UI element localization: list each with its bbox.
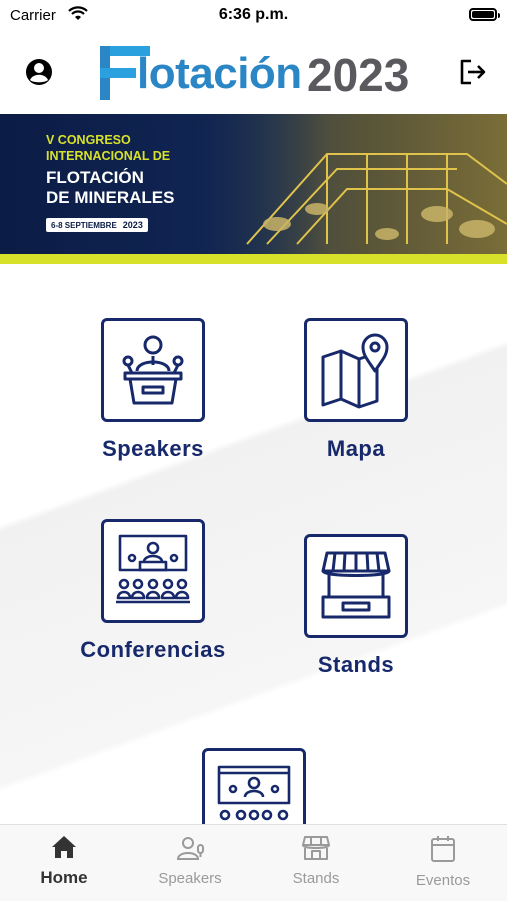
tab-stands[interactable]: Stands bbox=[253, 835, 379, 887]
speaker-mic-icon bbox=[176, 837, 204, 860]
battery-icon bbox=[469, 8, 500, 21]
tab-home[interactable]: Home bbox=[1, 835, 127, 888]
flotation-plant-image bbox=[207, 114, 507, 254]
app-logo: lotación 2023 bbox=[97, 42, 417, 104]
store-icon bbox=[302, 836, 330, 860]
banner-date: 6-8 SEPTIEMBRE 2023 bbox=[46, 218, 148, 232]
banner-date-days: 6-8 SEPTIEMBRE bbox=[51, 221, 117, 230]
event-banner: V CONGRESO INTERNACIONAL DE FLOTACIÓN DE… bbox=[0, 114, 507, 254]
tab-speakers[interactable]: Speakers bbox=[127, 835, 253, 887]
bottom-tab-bar: Home Speakers Stands Eventos bbox=[0, 824, 507, 901]
menu-tile-stands[interactable]: Stands bbox=[266, 534, 446, 678]
menu-tile-mapa[interactable]: Mapa bbox=[266, 318, 446, 462]
speaker-podium-icon bbox=[101, 318, 205, 422]
logout-icon[interactable] bbox=[457, 56, 489, 88]
menu-label-speakers: Speakers bbox=[102, 436, 204, 461]
menu-tile-conferencias[interactable]: Conferencias bbox=[63, 519, 243, 663]
event-stage-icon bbox=[202, 748, 306, 824]
banner-line-minerales: DE MINERALES bbox=[46, 188, 175, 207]
banner-line-flotacion: FLOTACIÓN bbox=[46, 168, 144, 187]
banner-date-year: 2023 bbox=[122, 220, 143, 230]
tab-eventos[interactable]: Eventos bbox=[380, 835, 506, 889]
logo-year: 2023 bbox=[307, 49, 410, 101]
menu-tile-speakers[interactable]: Speakers bbox=[63, 318, 243, 462]
calendar-icon bbox=[431, 836, 455, 862]
status-bar: Carrier 6:36 p.m. bbox=[0, 0, 507, 30]
clock: 6:36 p.m. bbox=[218, 6, 289, 23]
app-header: lotación 2023 bbox=[0, 30, 507, 114]
menu-label-mapa: Mapa bbox=[326, 436, 386, 461]
banner-line-internacional: INTERNACIONAL DE bbox=[46, 149, 171, 163]
map-pin-icon bbox=[304, 318, 408, 422]
home-icon bbox=[52, 836, 76, 858]
menu-label-stands: Stands bbox=[317, 652, 395, 677]
menu-label-conferencias: Conferencias bbox=[80, 637, 226, 662]
conference-audience-icon bbox=[101, 519, 205, 623]
tab-label-stands: Stands bbox=[292, 870, 340, 887]
banner-line-congreso: V CONGRESO bbox=[46, 133, 131, 147]
menu-grid: Speakers Mapa Conferencias Stands bbox=[0, 264, 507, 824]
tab-label-eventos: Eventos bbox=[415, 872, 471, 889]
stand-booth-icon bbox=[304, 534, 408, 638]
menu-tile-eventos[interactable] bbox=[164, 748, 344, 824]
profile-icon[interactable] bbox=[24, 57, 54, 87]
banner-text: V CONGRESO INTERNACIONAL DE FLOTACIÓN DE… bbox=[46, 132, 246, 233]
tab-label-home: Home bbox=[40, 868, 88, 887]
tab-label-speakers: Speakers bbox=[158, 870, 222, 887]
accent-stripe bbox=[0, 254, 507, 264]
logo-word: lotación bbox=[137, 49, 302, 98]
